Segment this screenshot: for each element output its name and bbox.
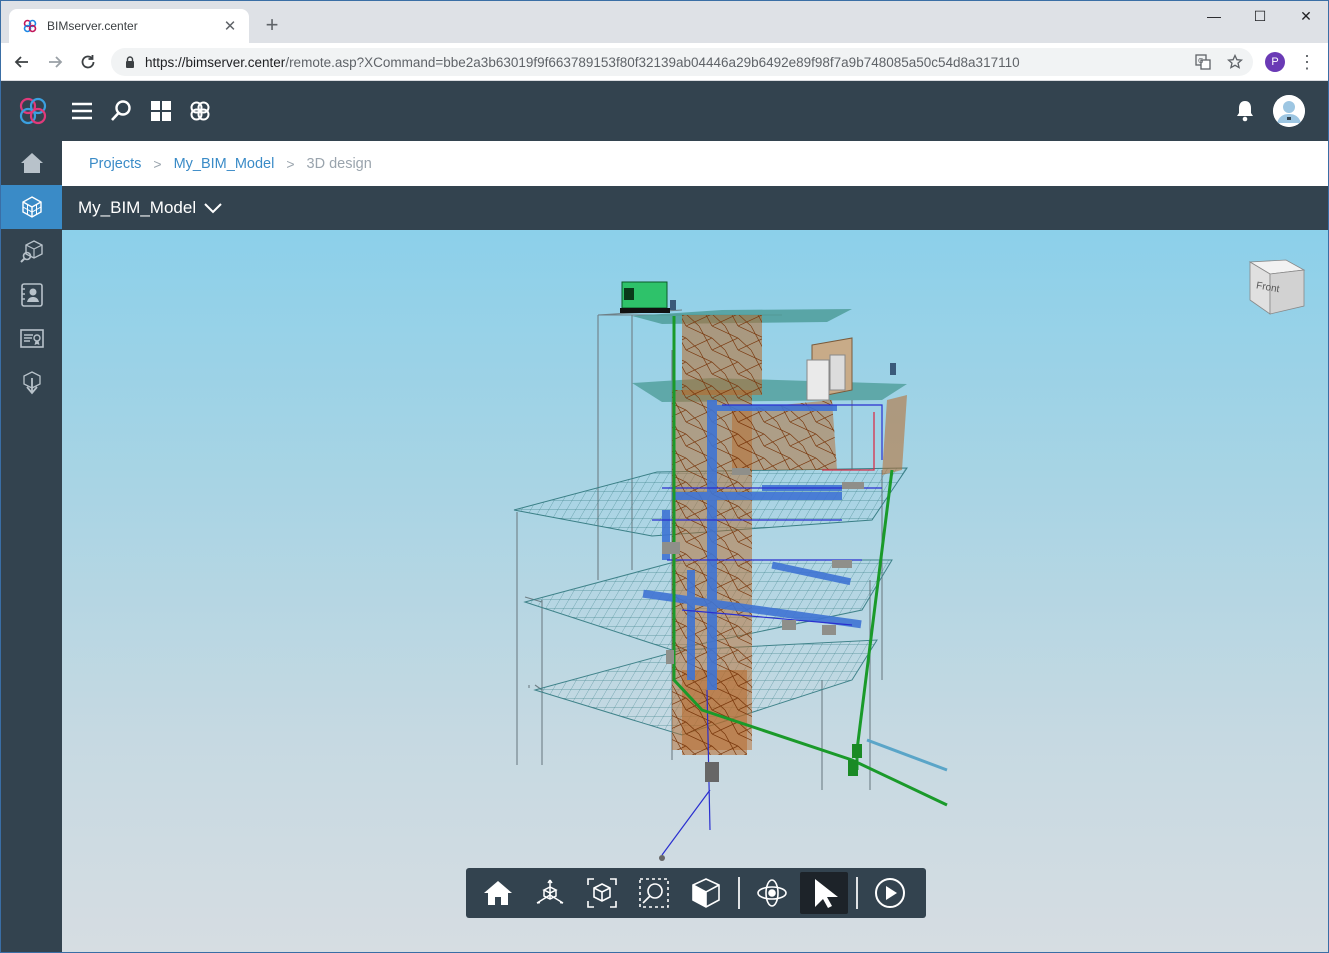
user-avatar-icon <box>1273 95 1305 127</box>
sidebar-item-download[interactable] <box>1 361 62 405</box>
window-close-button[interactable]: ✕ <box>1283 1 1328 31</box>
sidebar <box>1 141 62 952</box>
breadcrumb-model-link[interactable]: My_BIM_Model <box>174 156 275 172</box>
generator-unit <box>620 281 676 313</box>
browser-menu-icon[interactable]: ⋮ <box>1297 49 1317 75</box>
url-text: https://bimserver.center/remote.asp?XCom… <box>145 55 1020 70</box>
green-fitting <box>852 744 862 758</box>
profile-avatar-button[interactable]: P <box>1265 52 1285 72</box>
section-box-button[interactable] <box>682 872 730 914</box>
axes-button[interactable] <box>526 872 574 914</box>
vent-stack <box>890 363 896 375</box>
viewer-toolbar <box>466 868 926 918</box>
breadcrumb-projects-link[interactable]: Projects <box>89 156 141 172</box>
download-icon <box>22 371 41 395</box>
grid-icon[interactable] <box>149 99 173 123</box>
bimserver-logo-icon[interactable] <box>17 95 49 127</box>
address-bar[interactable]: https://bimserver.center/remote.asp?XCom… <box>111 48 1253 76</box>
fit-box-button[interactable] <box>578 872 626 914</box>
play-icon <box>875 878 905 908</box>
axes-icon <box>536 879 564 904</box>
zoom-window-icon <box>639 878 669 908</box>
project-name: My_BIM_Model <box>78 198 197 217</box>
select-pointer-icon <box>815 879 838 908</box>
reload-icon <box>81 55 95 69</box>
svg-text:G: G <box>1198 57 1203 65</box>
url-host: https://bimserver.center <box>145 54 286 70</box>
viewcube[interactable]: Front <box>1246 256 1308 316</box>
url-path: /remote.asp?XCommand=bbe2a3b63019f9f6637… <box>285 54 1020 70</box>
search-model-icon <box>19 240 43 263</box>
sidebar-item-3d-model[interactable] <box>1 185 62 229</box>
search-icon[interactable] <box>109 99 133 123</box>
tab-close-icon[interactable]: ✕ <box>221 17 239 35</box>
app-header <box>1 81 1328 141</box>
toolbar-separator <box>738 877 740 909</box>
3d-model-icon <box>21 196 42 218</box>
certificate-icon <box>19 329 44 348</box>
minimize-button[interactable]: — <box>1191 1 1237 31</box>
bell-icon[interactable] <box>1234 99 1256 123</box>
sidebar-item-contacts[interactable] <box>1 273 62 317</box>
section-box-icon <box>692 878 720 908</box>
bimserver-favicon-icon <box>23 19 37 33</box>
home-view-button[interactable] <box>474 872 522 914</box>
play-button[interactable] <box>866 872 914 914</box>
menu-icon[interactable] <box>70 99 94 123</box>
ground-box <box>705 762 719 782</box>
forward-button[interactable] <box>42 49 68 75</box>
home-icon <box>20 153 43 173</box>
arrow-left-icon <box>14 56 28 68</box>
translate-icon: G <box>1195 54 1211 70</box>
chevron-down-icon <box>204 203 222 214</box>
sidebar-item-certificate[interactable] <box>1 317 62 361</box>
maximize-button[interactable]: ☐ <box>1237 1 1283 31</box>
breadcrumb: Projects > My_BIM_Model > 3D design <box>62 141 1328 186</box>
rooftop-unit <box>806 337 853 401</box>
zoom-window-button[interactable] <box>630 872 678 914</box>
breadcrumb-separator: > <box>153 155 162 172</box>
3d-viewer[interactable]: Front <box>62 230 1329 953</box>
reload-button[interactable] <box>75 49 101 75</box>
sidebar-item-search-model[interactable] <box>1 229 62 273</box>
avatar[interactable] <box>1273 95 1305 127</box>
new-tab-button[interactable]: + <box>259 13 285 39</box>
browser-toolbar: https://bimserver.center/remote.asp?XCom… <box>1 43 1328 81</box>
breadcrumb-separator: > <box>286 155 295 172</box>
sidebar-item-home[interactable] <box>1 141 62 185</box>
star-icon <box>1227 54 1243 69</box>
ground-point <box>659 855 665 861</box>
project-selector[interactable]: My_BIM_Model <box>62 186 1328 230</box>
browser-window: BIMserver.center ✕ + — ☐ ✕ https://bimse… <box>0 0 1329 953</box>
bimserver-icon[interactable] <box>188 99 212 123</box>
fit-box-icon <box>587 878 617 908</box>
translate-button[interactable]: G <box>1190 49 1216 75</box>
tab-title: BIMserver.center <box>47 19 138 33</box>
breadcrumb-current: 3D design <box>306 155 372 172</box>
orbit-icon <box>757 879 787 907</box>
contacts-icon <box>20 283 43 307</box>
lock-icon <box>126 56 134 68</box>
tab-strip: BIMserver.center ✕ + — ☐ ✕ <box>1 1 1328 43</box>
toolbar-separator <box>856 877 858 909</box>
select-pointer-button[interactable] <box>800 872 848 914</box>
bookmark-star-button[interactable] <box>1222 49 1248 75</box>
bim-3d-scene[interactable] <box>62 230 1329 953</box>
arrow-right-icon <box>49 56 63 68</box>
home-view-icon <box>484 881 512 905</box>
orbit-button[interactable] <box>748 872 796 914</box>
right-wall-mesh <box>882 395 907 475</box>
light-blue-pipe <box>866 738 948 772</box>
back-button[interactable] <box>9 49 35 75</box>
browser-tab[interactable]: BIMserver.center ✕ <box>9 9 249 43</box>
